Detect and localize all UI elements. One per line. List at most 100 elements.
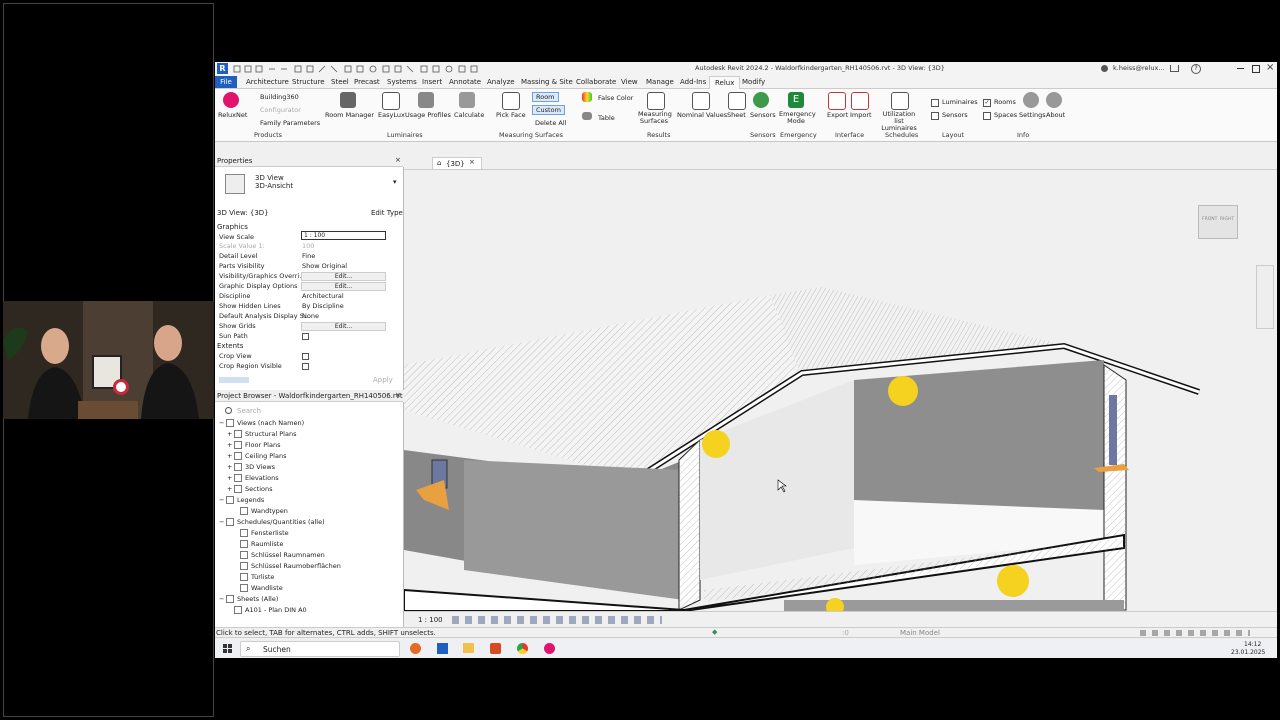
relux-taskbar-icon[interactable] [544,643,555,654]
show-grids-edit-button[interactable]: Edit... [301,322,386,331]
room-manager-button[interactable]: Room Manager [325,111,374,119]
settings-button[interactable]: Settings [1019,111,1046,119]
easylux-button[interactable]: EasyLux [378,111,405,119]
tab-architecture[interactable]: Architecture [246,78,289,86]
view-scale-input[interactable]: 1 : 100 [301,231,386,240]
import-icon[interactable] [851,92,869,110]
pick-face-button[interactable]: Pick Face [496,111,526,119]
reluxnet-button[interactable]: ReluxNet [218,111,247,119]
browser-tree-item[interactable]: + Floor Plans [227,441,280,449]
view-tab-3d[interactable]: ⌂ {3D} × [432,157,482,169]
3d-viewport[interactable]: FRONT RIGHT [403,170,1277,616]
browser-tree-item[interactable]: − Views (nach Namen) [219,419,304,427]
sensors-icon[interactable] [753,92,769,108]
prop-value[interactable]: None [302,312,319,320]
tree-expander[interactable]: − [219,496,226,504]
tab-precast[interactable]: Precast [354,78,380,86]
rooms-checkbox[interactable]: ✓ [983,99,991,107]
emergency-mode-button[interactable]: Emergency Mode [779,111,816,125]
help-icon[interactable]: ? [1191,64,1201,74]
browser-tree-item[interactable]: Türliste [233,573,274,581]
luminaire-mark[interactable] [826,598,844,616]
room-button[interactable]: Room [532,92,559,102]
browser-tree-item[interactable]: − Legends [219,496,264,504]
tab-file[interactable]: File [215,76,237,88]
tab-systems[interactable]: Systems [387,78,417,86]
tree-expander[interactable]: + [227,430,234,438]
tab-view[interactable]: View [621,78,638,86]
browser-tree-item[interactable]: Schlüssel Raumoberflächen [233,562,341,570]
model-selector[interactable]: Main Model [900,629,940,637]
tab-relux[interactable]: Relux [709,76,741,89]
easylux-icon[interactable] [382,92,400,110]
prop-value[interactable]: Fine [302,252,315,260]
luminaires-checkbox[interactable] [931,99,939,107]
tree-expander[interactable]: − [219,419,226,427]
worksets-icon[interactable]: ◆ [712,628,717,636]
browser-tree-item[interactable]: + Structural Plans [227,430,296,438]
room-manager-icon[interactable] [340,92,356,108]
browser-search-input[interactable]: Search [237,407,261,415]
firefox-icon[interactable] [410,643,421,654]
tree-expander[interactable]: − [219,518,226,526]
tab-massing-site[interactable]: Massing & Site [521,78,573,86]
taskbar-search-box[interactable]: ⌕ Suchen [240,641,400,657]
spaces-checkbox[interactable] [983,112,991,120]
tab-annotate[interactable]: Annotate [449,78,481,86]
office-icon[interactable] [490,643,501,654]
nominal-values-icon[interactable] [692,92,710,110]
tab-steel[interactable]: Steel [331,78,349,86]
sun-path-checkbox[interactable] [302,333,309,340]
cart-icon[interactable] [1170,65,1179,72]
table-button[interactable]: Table [598,114,615,122]
browser-tree-item[interactable]: Schlüssel Raumnamen [233,551,325,559]
browser-tree-item[interactable]: Fensterliste [233,529,289,537]
view-cube[interactable]: FRONT RIGHT [1198,205,1238,239]
false-color-icon[interactable] [582,92,592,102]
revit-logo-icon[interactable]: R [217,63,228,74]
export-button[interactable]: Export [827,111,848,119]
reluxnet-icon[interactable] [223,92,239,108]
revit-taskbar-icon[interactable] [437,643,448,654]
view-scale-display[interactable]: 1 : 100 [418,616,443,624]
pick-face-icon[interactable] [502,92,520,110]
about-button[interactable]: About [1046,111,1065,119]
properties-help-link[interactable] [219,377,249,383]
sheet-button[interactable]: Sheet [727,111,746,119]
luminaire-mark[interactable] [997,565,1029,597]
tree-expander[interactable]: + [227,474,234,482]
tab-insert[interactable]: Insert [422,78,442,86]
crop-view-checkbox[interactable] [302,353,309,360]
browser-tree-item[interactable]: + Ceiling Plans [227,452,286,460]
visibility-edit-button[interactable]: Edit... [301,272,386,281]
quick-access-toolbar[interactable] [233,65,503,73]
sheet-icon[interactable] [728,92,746,110]
tree-expander[interactable]: + [227,452,234,460]
import-button[interactable]: Import [850,111,872,119]
calculate-button[interactable]: Calculate [454,111,484,119]
usage-profiles-icon[interactable] [418,92,434,108]
quick-access-icons[interactable] [233,65,503,73]
measuring-surfaces-button[interactable]: Measuring Surfaces [638,111,672,125]
family-parameters-button[interactable]: Family Parameters [260,119,320,127]
graphics-section-header[interactable]: Graphics [217,223,248,231]
view-tab-close-icon[interactable]: × [469,158,475,166]
browser-tree-item[interactable]: Wandtypen [233,507,288,515]
type-selector-chevron-down-icon[interactable]: ▾ [393,178,397,186]
user-account[interactable]: k.heiss@relux... [1113,64,1165,72]
luminaire-mark[interactable] [702,430,730,458]
luminaire-mark[interactable] [888,376,918,406]
about-icon[interactable] [1046,92,1062,108]
navigation-bar[interactable] [1256,265,1274,329]
extents-section-header[interactable]: Extents [217,342,243,350]
view-control-icons[interactable] [452,616,662,624]
export-icon[interactable] [828,92,846,110]
properties-close-icon[interactable]: × [395,156,401,164]
selection-filter-icons[interactable] [1140,630,1250,636]
configurator-button[interactable]: Configurator [260,106,301,114]
minimize-button[interactable] [1237,68,1244,69]
tab-manage[interactable]: Manage [646,78,674,86]
browser-tree-item[interactable]: + Sections [227,485,273,493]
sensors-button[interactable]: Sensors [750,111,776,119]
tab-modify[interactable]: Modify [742,78,765,86]
